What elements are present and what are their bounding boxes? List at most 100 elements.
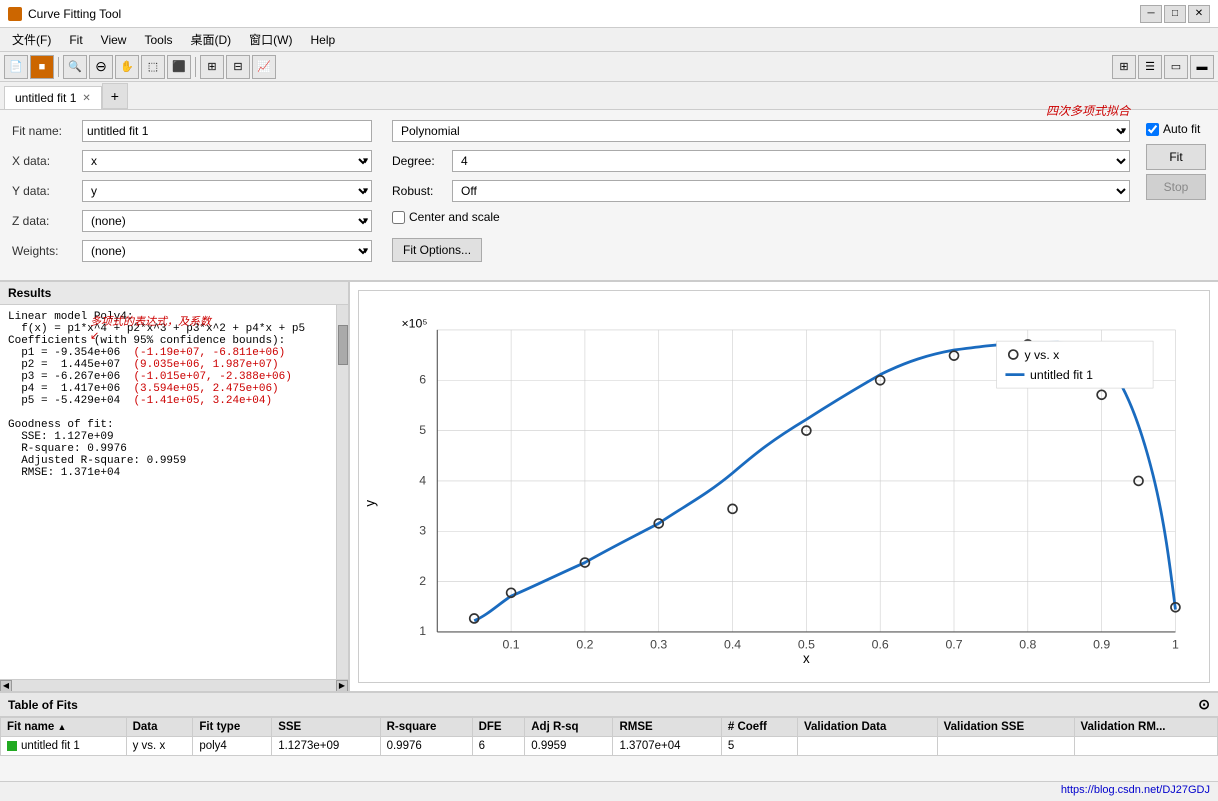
z-data-row: Z data: (none) <box>12 210 372 232</box>
fit-button[interactable]: Fit <box>1146 144 1206 170</box>
degree-row: Degree: 4 <box>392 150 1130 172</box>
svg-text:0.9: 0.9 <box>1093 638 1110 652</box>
results-scrollbar-thumb[interactable] <box>338 325 348 365</box>
weights-select[interactable]: (none) <box>82 240 372 262</box>
results-panel: Results 多项式的表达式，及系数 ↙ Linear model Poly4… <box>0 282 350 691</box>
col-fit-type: Fit type <box>193 718 272 737</box>
form-actions: Auto fit Fit Stop <box>1146 120 1206 270</box>
menu-help[interactable]: Help <box>302 31 343 49</box>
results-body: 多项式的表达式，及系数 ↙ Linear model Poly4: f(x) =… <box>0 305 336 679</box>
grid-button[interactable]: ⊞ <box>200 55 224 79</box>
pan-button[interactable]: ✋ <box>115 55 139 79</box>
layout4-button[interactable]: ▬ <box>1190 55 1214 79</box>
window-title: Curve Fitting Tool <box>28 7 121 21</box>
layout3-button[interactable]: ▭ <box>1164 55 1188 79</box>
y-data-select[interactable]: y <box>82 180 372 202</box>
col-adj-rsq: Adj R-sq <box>525 718 613 737</box>
grid2-button[interactable]: ⊟ <box>226 55 250 79</box>
results-line-13: Adjusted R-square: 0.9959 <box>8 455 328 467</box>
brush-button[interactable]: ⬛ <box>167 55 191 79</box>
open-button[interactable]: ■ <box>30 55 54 79</box>
fit-type-select[interactable]: Polynomial <box>392 120 1130 142</box>
bottom-split: Results 多项式的表达式，及系数 ↙ Linear model Poly4… <box>0 282 1218 781</box>
robust-label: Robust: <box>392 184 452 198</box>
table-header-row: Fit name ▲ Data Fit type SSE R-square DF… <box>1 718 1218 737</box>
maximize-button[interactable]: □ <box>1164 5 1186 23</box>
tab-add-button[interactable]: + <box>102 83 128 109</box>
zoom-in-button[interactable]: 🔍 <box>63 55 87 79</box>
menu-tools[interactable]: Tools <box>136 31 180 49</box>
row-fit-name: untitled fit 1 <box>1 737 127 756</box>
fit-options-button[interactable]: Fit Options... <box>392 238 482 262</box>
sort-arrow: ▲ <box>58 722 67 732</box>
toolbar-right: ⊞ ☰ ▭ ▬ <box>1112 55 1214 79</box>
results-line-9 <box>8 407 328 419</box>
table-header-label: Table of Fits <box>8 698 78 712</box>
scroll-left-button[interactable]: ◀ <box>0 680 12 692</box>
center-scale-checkbox[interactable] <box>392 211 405 224</box>
center-scale-label[interactable]: Center and scale <box>409 210 500 224</box>
menu-desktop[interactable]: 桌面(D) <box>182 29 239 50</box>
svg-text:1: 1 <box>419 624 426 638</box>
degree-select-wrapper: 4 <box>452 150 1130 172</box>
results-line-7: p4 = 1.417e+06 (3.594e+05, 2.475e+06) <box>8 383 328 395</box>
new-button[interactable]: 📄 <box>4 55 28 79</box>
svg-text:4: 4 <box>419 473 426 487</box>
layout1-button[interactable]: ⊞ <box>1112 55 1136 79</box>
fit-name-input[interactable] <box>82 120 372 142</box>
row-data: y vs. x <box>126 737 193 756</box>
svg-text:0.5: 0.5 <box>798 638 815 652</box>
robust-select[interactable]: Off <box>452 180 1130 202</box>
tab-untitled-fit-1[interactable]: untitled fit 1 ✕ <box>4 86 102 109</box>
x-data-select[interactable]: x <box>82 150 372 172</box>
weights-label: Weights: <box>12 244 82 258</box>
results-line-12: R-square: 0.9976 <box>8 443 328 455</box>
select-button[interactable]: ⬚ <box>141 55 165 79</box>
minimize-button[interactable]: ─ <box>1140 5 1162 23</box>
zoom-out-button[interactable]: ⊖ <box>89 55 113 79</box>
scroll-right-button[interactable]: ▶ <box>336 680 348 692</box>
chart-area: y ×10⁵ <box>350 282 1218 691</box>
legend-label-1: y vs. x <box>1024 348 1060 362</box>
svg-text:0.4: 0.4 <box>724 638 741 652</box>
col-rmse: RMSE <box>613 718 721 737</box>
tab-close-button[interactable]: ✕ <box>82 93 90 104</box>
close-button[interactable]: ✕ <box>1188 5 1210 23</box>
results-line-14: RMSE: 1.371e+04 <box>8 467 328 479</box>
form-left: Fit name: X data: x Y data: y <box>12 120 372 270</box>
row-validation-sse <box>937 737 1074 756</box>
row-adj-rsq: 0.9959 <box>525 737 613 756</box>
fits-table: Fit name ▲ Data Fit type SSE R-square DF… <box>0 717 1218 756</box>
auto-fit-label[interactable]: Auto fit <box>1163 122 1200 136</box>
chart-button[interactable]: 📈 <box>252 55 276 79</box>
row-n-coeff: 5 <box>721 737 797 756</box>
main-content: Fit name: X data: x Y data: y <box>0 110 1218 781</box>
results-line-8: p5 = -5.429e+04 (-1.41e+05, 3.24e+04) <box>8 395 328 407</box>
menu-view[interactable]: View <box>93 31 135 49</box>
auto-fit-checkbox[interactable] <box>1146 123 1159 136</box>
svg-text:0.8: 0.8 <box>1019 638 1036 652</box>
menu-window[interactable]: 窗口(W) <box>241 29 300 50</box>
y-axis-label: y <box>363 500 378 507</box>
table-panel: Table of Fits ⊙ Fit name ▲ Data Fit type… <box>0 691 1218 781</box>
z-data-label: Z data: <box>12 214 82 228</box>
results-line-5: p2 = 1.445e+07 (9.035e+06, 1.987e+07) <box>8 359 328 371</box>
results-header: Results <box>0 282 348 305</box>
y-scale-label: ×10⁵ <box>402 317 428 331</box>
menu-fit[interactable]: Fit <box>61 31 90 49</box>
degree-select[interactable]: 4 <box>452 150 1130 172</box>
results-scrollbar[interactable] <box>336 305 348 679</box>
layout2-button[interactable]: ☰ <box>1138 55 1162 79</box>
svg-text:0.6: 0.6 <box>872 638 889 652</box>
table-collapse-icon[interactable]: ⊙ <box>1198 696 1210 713</box>
table-header-bar: Table of Fits ⊙ <box>0 693 1218 717</box>
x-data-label: X data: <box>12 154 82 168</box>
stop-button[interactable]: Stop <box>1146 174 1206 200</box>
z-data-select[interactable]: (none) <box>82 210 372 232</box>
fit-name-label: Fit name: <box>12 124 82 138</box>
menu-file[interactable]: 文件(F) <box>4 29 59 50</box>
col-validation-sse: Validation SSE <box>937 718 1074 737</box>
y-data-label: Y data: <box>12 184 82 198</box>
table-row[interactable]: untitled fit 1 y vs. x poly4 1.1273e+09 … <box>1 737 1218 756</box>
row-r-square: 0.9976 <box>380 737 472 756</box>
